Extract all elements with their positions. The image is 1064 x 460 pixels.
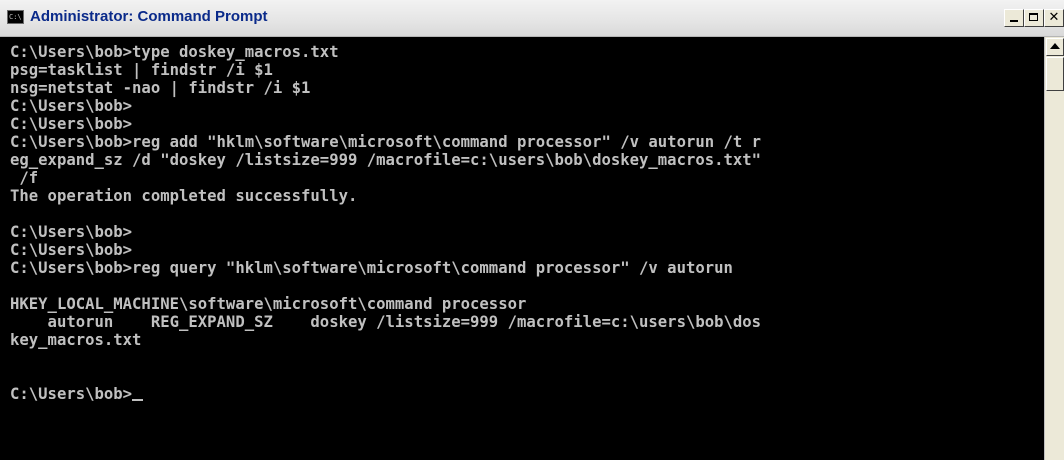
console-line: psg=tasklist | findstr /i $1: [10, 61, 273, 79]
arrow-up-icon: [1050, 43, 1060, 49]
console-line: /f: [10, 169, 39, 187]
window-title: Administrator: Command Prompt: [30, 8, 268, 25]
console-prompt[interactable]: C:\Users\bob>: [10, 385, 132, 403]
console-line: C:\Users\bob>type doskey_macros.txt: [10, 43, 339, 61]
console-line: eg_expand_sz /d "doskey /listsize=999 /m…: [10, 151, 762, 169]
console-line: key_macros.txt: [10, 331, 142, 349]
console-line: autorun REG_EXPAND_SZ doskey /listsize=9…: [10, 313, 762, 331]
console-output[interactable]: C:\Users\bob>type doskey_macros.txt psg=…: [0, 37, 1044, 460]
console-line: C:\Users\bob>: [10, 241, 133, 259]
maximize-button[interactable]: [1024, 9, 1044, 27]
close-icon: ✕: [1048, 10, 1060, 25]
vertical-scrollbar[interactable]: [1044, 37, 1064, 460]
minimize-button[interactable]: [1004, 9, 1024, 27]
console-line: HKEY_LOCAL_MACHINE\software\microsoft\co…: [10, 295, 527, 313]
command-prompt-window[interactable]: C:\ Administrator: Command Prompt ✕ C:\U…: [0, 0, 1064, 460]
text-cursor: [132, 399, 144, 401]
console-line: C:\Users\bob>: [10, 97, 133, 115]
scroll-up-button[interactable]: [1046, 38, 1064, 56]
scroll-thumb[interactable]: [1046, 57, 1064, 91]
console-line: nsg=netstat -nao | findstr /i $1: [10, 79, 311, 97]
minimize-icon: [1010, 20, 1018, 22]
close-button[interactable]: ✕: [1044, 9, 1064, 27]
console-line: C:\Users\bob>reg add "hklm\software\micr…: [10, 133, 762, 151]
console-line: C:\Users\bob>: [10, 115, 133, 133]
console-line: C:\Users\bob>: [10, 223, 133, 241]
maximize-icon: [1029, 13, 1038, 21]
cmd-icon[interactable]: C:\: [7, 10, 24, 24]
console-line: The operation completed successfully.: [10, 187, 358, 205]
console-line: C:\Users\bob>reg query "hklm\software\mi…: [10, 259, 733, 277]
title-bar[interactable]: C:\ Administrator: Command Prompt ✕: [0, 0, 1064, 37]
